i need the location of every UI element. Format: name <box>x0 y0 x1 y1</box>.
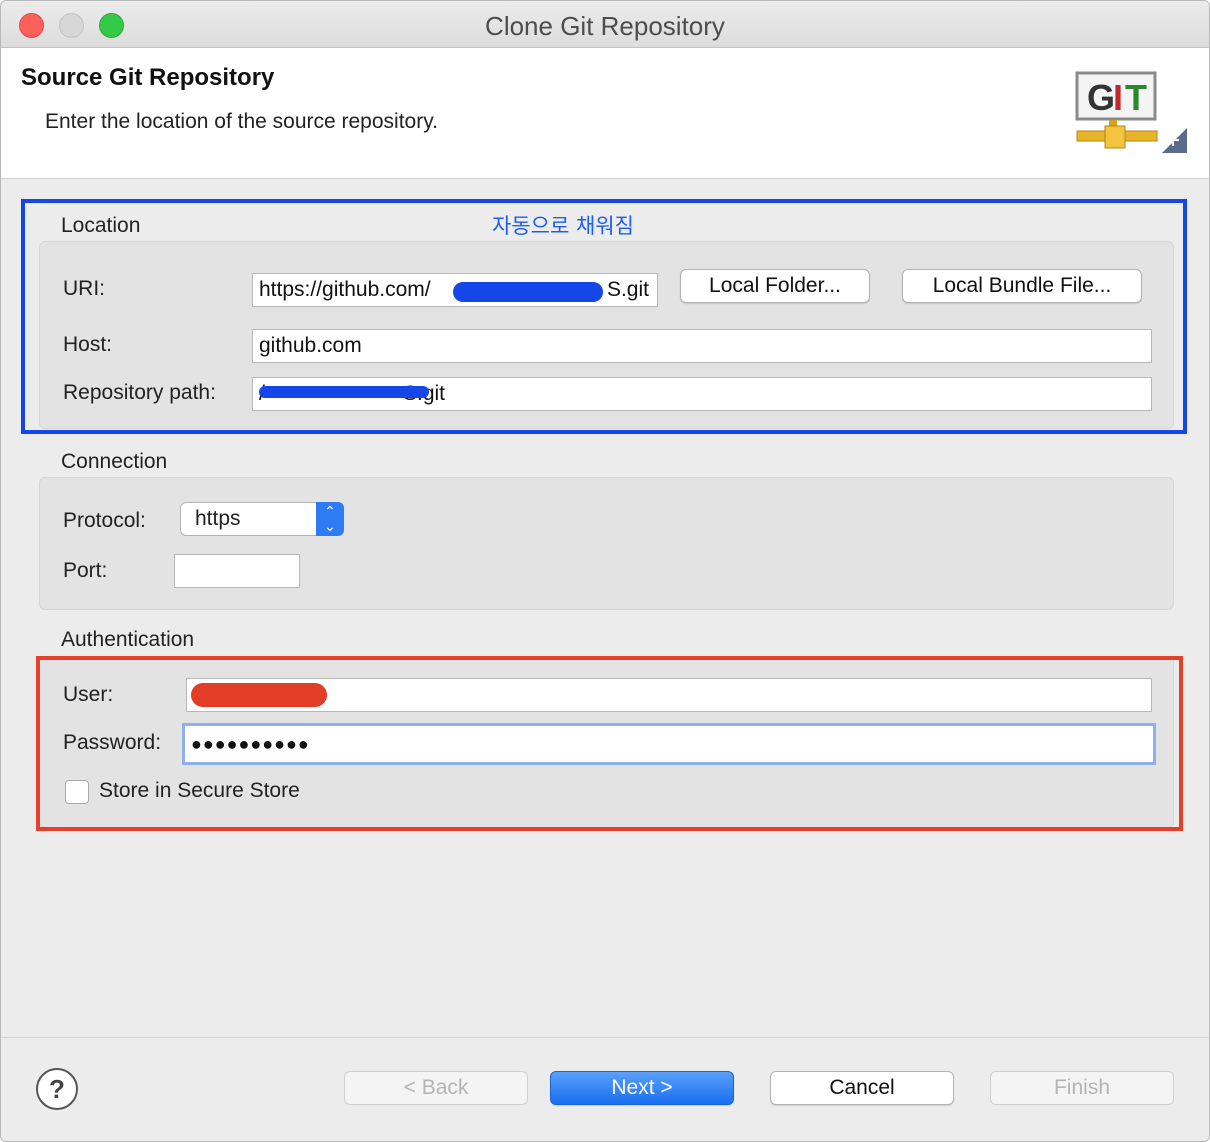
footer-divider <box>1 1037 1209 1038</box>
git-logo-icon: G I T <box>1075 71 1187 153</box>
authentication-highlight-box <box>36 656 1183 831</box>
protocol-label: Protocol: <box>63 509 146 532</box>
chevron-up-down-icon: ⌃ ⌄ <box>316 502 344 536</box>
protocol-select[interactable]: https ⌃ ⌄ <box>180 502 344 536</box>
next-button[interactable]: Next > <box>550 1071 734 1105</box>
page-title: Source Git Repository <box>21 64 275 91</box>
window-title: Clone Git Repository <box>485 11 725 41</box>
wizard-banner: Source Git Repository Enter the location… <box>1 48 1209 179</box>
help-icon[interactable]: ? <box>36 1068 78 1110</box>
dialog-window: Clone Git Repository Source Git Reposito… <box>0 0 1210 1142</box>
page-description: Enter the location of the source reposit… <box>45 110 438 133</box>
authentication-heading: Authentication <box>61 628 195 651</box>
connection-heading: Connection <box>61 450 168 473</box>
connection-group <box>39 477 1174 610</box>
cancel-button[interactable]: Cancel <box>770 1071 954 1105</box>
protocol-value: https <box>195 507 241 530</box>
auto-filled-annotation: 자동으로 채워짐 <box>492 214 634 238</box>
back-button[interactable]: < Back <box>344 1071 528 1105</box>
svg-text:I: I <box>1113 77 1123 118</box>
finish-button[interactable]: Finish <box>990 1071 1174 1105</box>
title-bar: Clone Git Repository <box>1 1 1209 48</box>
port-label: Port: <box>63 559 108 582</box>
port-input[interactable] <box>174 554 300 588</box>
svg-text:T: T <box>1125 77 1147 118</box>
svg-text:G: G <box>1087 77 1115 118</box>
